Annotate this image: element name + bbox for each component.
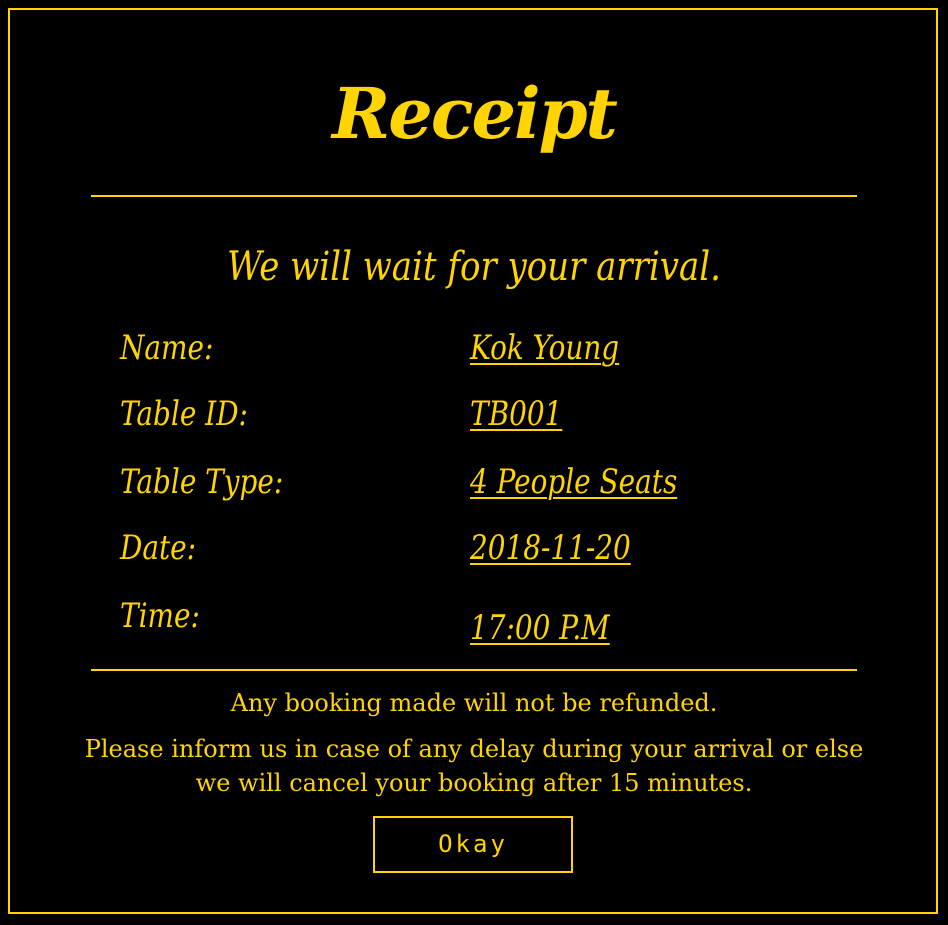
field-row-name: Name: Kok Young [120,328,820,384]
top-divider [91,195,857,197]
bottom-divider [91,669,857,671]
field-label-name: Name: [120,328,214,368]
refund-notice: Any booking made will not be refunded. [230,689,718,717]
field-row-table-id: Table ID: TB001 [120,394,820,450]
field-value-date: 2018-11-20 [470,528,631,568]
field-row-table-type: Table Type: 4 People Seats [120,462,820,518]
receipt-page: Receipt We will wait for your arrival. N… [0,0,948,925]
receipt-title: Receipt [332,72,618,155]
delay-notice: Please inform us in case of any delay du… [84,735,864,797]
field-row-date: Date: 2018-11-20 [120,528,820,584]
field-label-table-type: Table Type: [120,462,284,502]
field-row-time: Time: 17:00 P.M [120,596,820,652]
field-label-time: Time: [120,596,200,636]
field-value-name: Kok Young [470,328,620,368]
field-value-time: 17:00 P.M [470,608,610,648]
receipt-subtitle: We will wait for your arrival. [227,244,721,290]
field-label-date: Date: [120,528,197,568]
field-value-table-type: 4 People Seats [470,462,678,502]
okay-button[interactable]: Okay [373,816,573,873]
field-value-table-id: TB001 [470,394,563,434]
field-label-table-id: Table ID: [120,394,248,434]
